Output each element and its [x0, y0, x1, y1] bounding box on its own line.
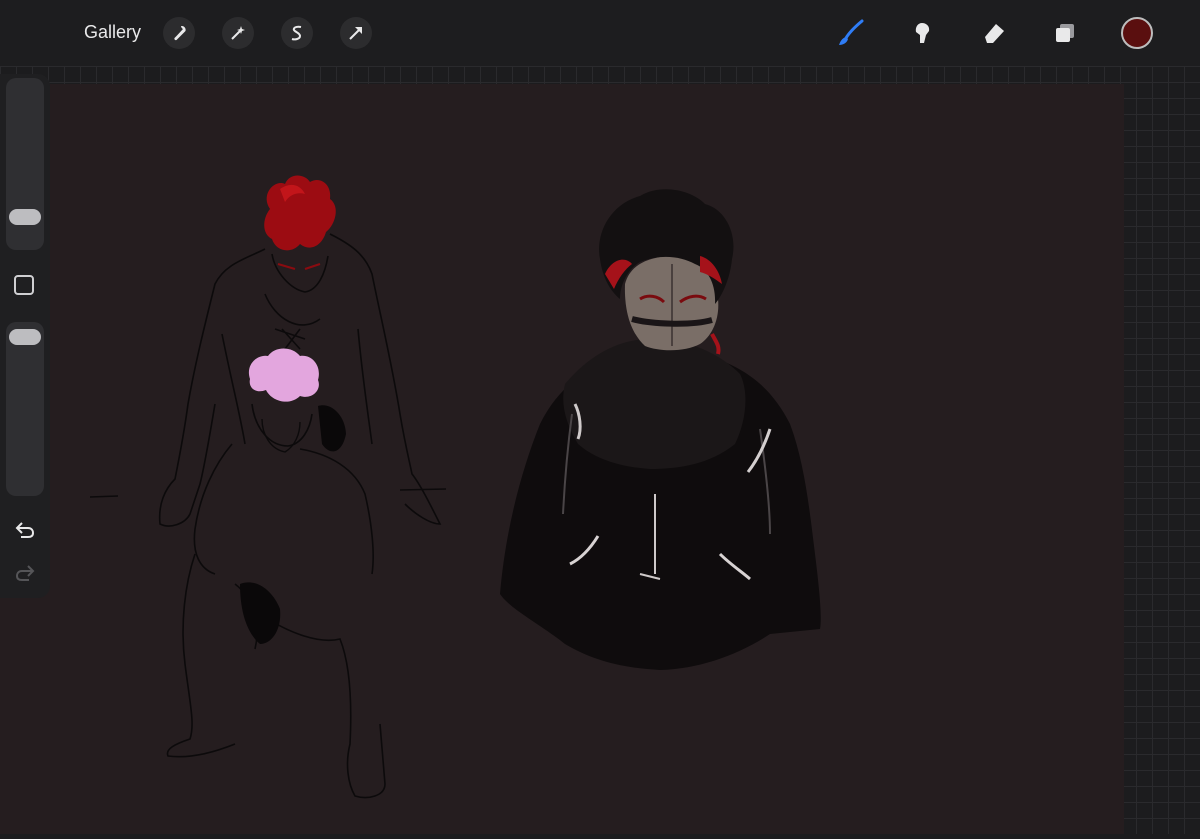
wrench-icon[interactable]: [163, 17, 195, 49]
left-sidebar: [0, 74, 50, 598]
undo-icon[interactable]: [13, 517, 37, 541]
brush-size-thumb[interactable]: [9, 209, 41, 225]
artwork-illustration: [89, 175, 821, 799]
pink-hair: [248, 348, 319, 402]
red-hair: [264, 175, 336, 251]
glove-bottom: [240, 582, 281, 644]
drawing-canvas[interactable]: [0, 84, 1124, 834]
redo-icon[interactable]: [13, 560, 37, 584]
top-toolbar: Gallery: [0, 0, 1200, 66]
smudge-icon[interactable]: [905, 16, 939, 50]
brush-size-slider[interactable]: [6, 78, 44, 250]
seated-figure-sketch: [166, 403, 386, 799]
brush-icon[interactable]: [834, 16, 868, 50]
transform-arrow-icon[interactable]: [340, 17, 372, 49]
opacity-thumb[interactable]: [9, 329, 41, 345]
magic-wand-icon[interactable]: [222, 17, 254, 49]
opacity-slider[interactable]: [6, 322, 44, 496]
hooded-figure: [500, 189, 821, 670]
layers-icon[interactable]: [1048, 16, 1082, 50]
eraser-icon[interactable]: [976, 16, 1010, 50]
selection-icon[interactable]: [281, 17, 313, 49]
gallery-button[interactable]: Gallery: [84, 22, 141, 43]
color-picker-swatch[interactable]: [1121, 17, 1153, 49]
glove-top: [318, 405, 346, 452]
modify-button[interactable]: [14, 275, 34, 295]
